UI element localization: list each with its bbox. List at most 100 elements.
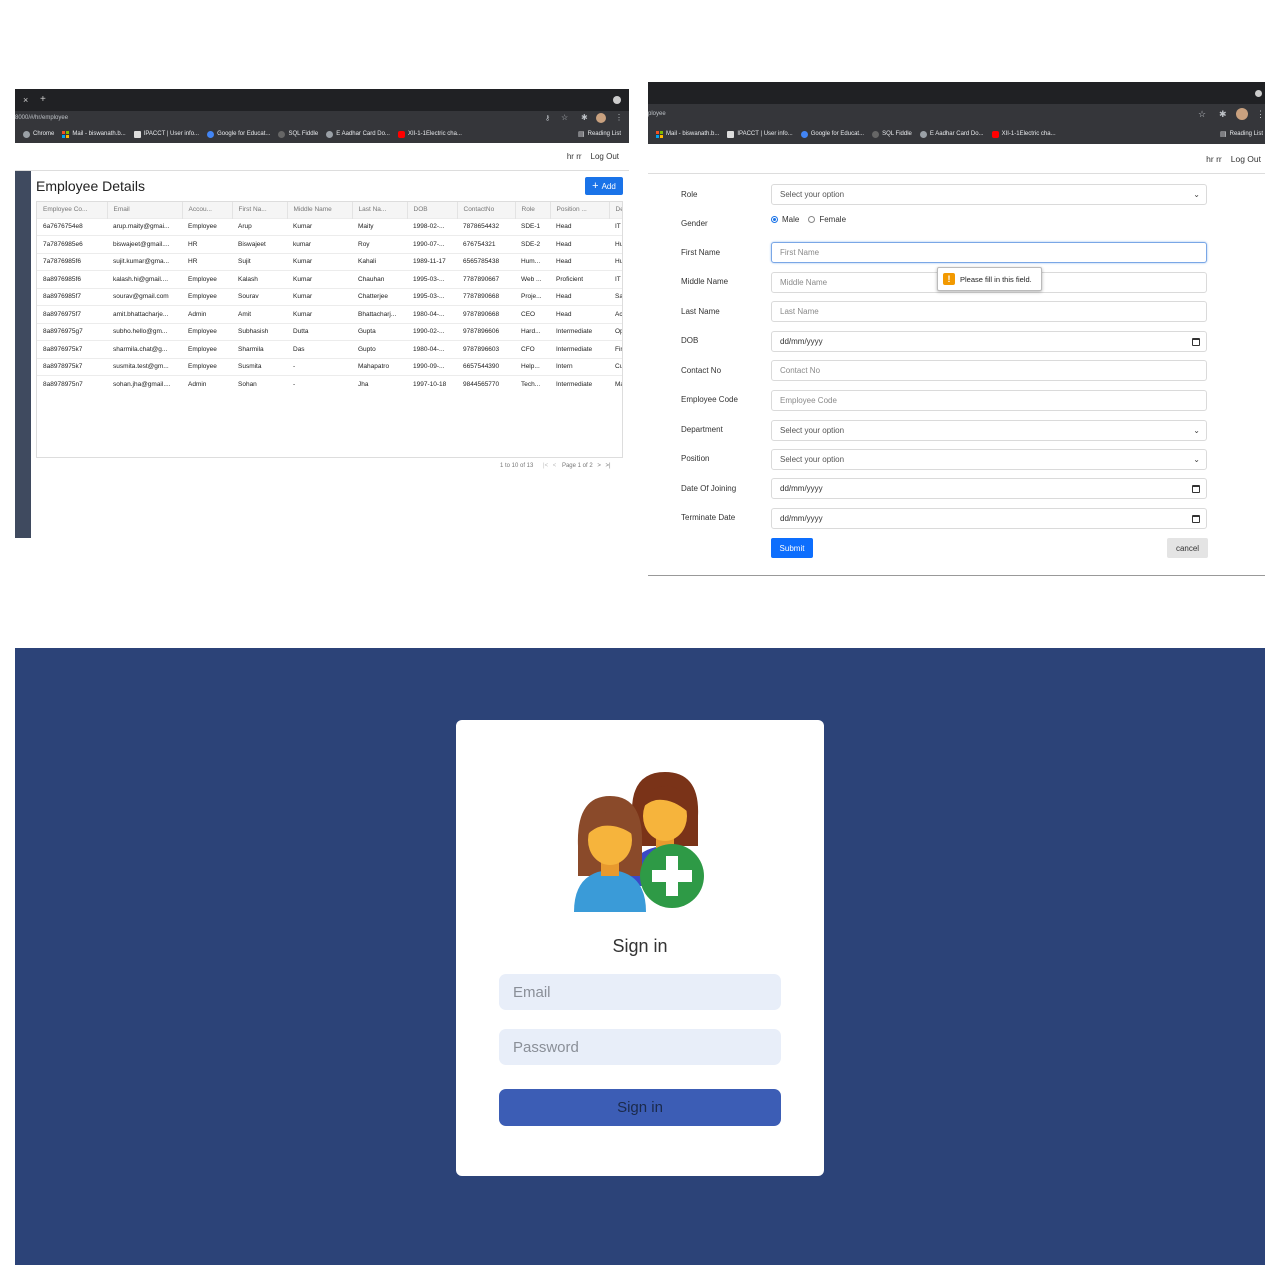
table-cell: 1990-09-... [407, 357, 457, 376]
table-row[interactable]: 8a8978975k7 susmita.test@gm... Employee Sus… [37, 357, 622, 376]
contact-input[interactable]: Contact No [771, 360, 1207, 381]
position-select[interactable]: Select your option ⌄ [771, 449, 1207, 470]
extensions-icon[interactable]: ✱ [1219, 109, 1227, 120]
email-input[interactable]: Email [499, 974, 781, 1010]
bookmark-youtube[interactable]: XII-1-1Electric cha... [991, 130, 1056, 138]
table-row[interactable]: 7a7876985f6 sujit.kumar@gma... HR Sujit Kuma… [37, 252, 622, 271]
table-cell: Admin [182, 305, 232, 323]
table-row[interactable]: 7a7876985e6 biswajeet@gmail.... HR Biswajee… [37, 235, 622, 253]
bookmark-sql-fiddle[interactable]: SQL Fiddle [872, 130, 912, 138]
calendar-icon[interactable] [1192, 484, 1200, 493]
page-icon [727, 130, 735, 138]
table-cell: Chatterjee [352, 287, 407, 306]
calendar-icon[interactable] [1192, 337, 1200, 346]
youtube-icon [397, 130, 405, 138]
new-tab-icon[interactable]: + [40, 94, 46, 105]
key-icon[interactable]: ⚷ [545, 114, 550, 122]
table-cell: Tech... [515, 375, 550, 393]
employee-code-input[interactable]: Employee Code [771, 390, 1207, 411]
table-row[interactable]: 8a8976975f7 amit.bhattacharje... Admin Amit… [37, 305, 622, 323]
add-employee-button[interactable]: + Add [585, 177, 623, 195]
table-row[interactable]: 8a8976975k7 sharmila.chat@g... Employee Sha… [37, 340, 622, 358]
department-select[interactable]: Select your option ⌄ [771, 420, 1207, 441]
profile-avatar[interactable] [596, 113, 606, 123]
table-row[interactable]: 8a8976985f6 kalash.hi@gmail.... Employee Ka… [37, 270, 622, 288]
sign-in-title: Sign in [612, 936, 668, 956]
last-name-input[interactable]: Last Name [771, 301, 1207, 322]
address-bar[interactable]: 8000/#/hr/employee ⚷ ☆ ✱ ⋮ [15, 111, 629, 125]
table-row[interactable]: 8a8978975n7 sohan.jha@gmail.... Admin Sohan… [37, 375, 622, 393]
reading-list[interactable]: ▤ Reading List [1220, 130, 1263, 138]
column-header[interactable]: Last Na... [352, 202, 408, 218]
last-page-icon[interactable]: >| [606, 463, 611, 469]
column-header[interactable]: Employee Co... [37, 202, 108, 218]
star-icon[interactable]: ☆ [561, 113, 568, 122]
extensions-icon[interactable]: ✱ [581, 113, 588, 122]
terminate-date-input[interactable]: dd/mm/yyyy [771, 508, 1207, 529]
table-cell: 6565785438 [457, 252, 515, 271]
globe-icon [326, 130, 334, 138]
column-header[interactable]: DOB [407, 202, 458, 218]
table-cell: 1997-10-18 [407, 375, 457, 393]
column-header[interactable]: De [609, 202, 622, 218]
table-cell: 1995-03-... [407, 270, 457, 288]
sign-in-button[interactable]: Sign in [499, 1089, 781, 1126]
next-page-icon[interactable]: > [597, 463, 601, 469]
submit-button[interactable]: Submit [771, 538, 813, 558]
table-cell: Kumar [287, 270, 352, 288]
browser-menu-icon[interactable] [1255, 90, 1262, 97]
table-cell: Sharmila [232, 340, 287, 358]
gender-male-radio[interactable] [771, 216, 778, 223]
bookmark-aadhar[interactable]: E Aadhar Card Do... [326, 130, 390, 138]
table-row[interactable]: 8a8976985f7 sourav@gmail.com Employee Soura… [37, 287, 622, 306]
column-header[interactable]: Accou... [182, 202, 233, 218]
bookmark-google-education[interactable]: Google for Educat... [207, 130, 270, 138]
bookmark-ipacct[interactable]: IPACCT | User info... [133, 130, 199, 138]
bookmark-chrome[interactable]: Chrome [23, 130, 54, 138]
logout-link[interactable]: Log Out [1231, 154, 1261, 164]
bookmark-aadhar[interactable]: E Aadhar Card Do... [919, 130, 984, 138]
joining-date-input[interactable]: dd/mm/yyyy [771, 478, 1207, 499]
first-page-icon[interactable]: |< [543, 463, 548, 469]
bookmark-ipacct[interactable]: IPACCT | User info... [727, 130, 793, 138]
column-header[interactable]: First Na... [232, 202, 288, 218]
table-cell: Kumar [287, 305, 352, 323]
role-select[interactable]: Select your option ⌄ [771, 184, 1207, 205]
first-name-input[interactable]: First Name [771, 242, 1207, 263]
kebab-menu-icon[interactable]: ⋮ [615, 113, 623, 122]
table-cell: Intermediate [550, 322, 609, 341]
profile-avatar[interactable] [1236, 108, 1248, 120]
table-row[interactable]: 8a8976975g7 subho.hello@gm... Employee Subh… [37, 322, 622, 341]
calendar-icon[interactable] [1192, 514, 1200, 523]
reading-list[interactable]: ▤ Reading List [578, 130, 621, 138]
kebab-menu-icon[interactable]: ⋮ [1256, 109, 1265, 120]
bookmark-sql-fiddle[interactable]: SQL Fiddle [278, 130, 318, 138]
gender-radio-group: Male Female [771, 215, 846, 224]
gender-female-radio[interactable] [808, 216, 816, 223]
table-row[interactable]: 6a7676754e8 arup.maity@gmai... Employee Aru… [37, 217, 622, 236]
column-header[interactable]: ContactNo [457, 202, 516, 218]
close-tab-icon[interactable]: × [23, 95, 28, 105]
browser-menu-icon[interactable] [613, 96, 621, 104]
column-header[interactable]: Email [107, 202, 183, 218]
column-header[interactable]: Role [515, 202, 551, 218]
column-header[interactable]: Position ... [550, 202, 610, 218]
bookmark-mail[interactable]: Mail - biswanath.b... [656, 130, 719, 138]
page-indicator: Page 1 of 2 [561, 463, 593, 469]
app-header: hr rr Log Out [15, 143, 629, 171]
address-bar[interactable]: ployee ☆ ✱ ⋮ [648, 104, 1265, 124]
table-cell: 9844565770 [457, 375, 515, 393]
logout-link[interactable]: Log Out [591, 152, 619, 161]
prev-page-icon[interactable]: < [553, 463, 557, 469]
dob-date-input[interactable]: dd/mm/yyyy [771, 331, 1207, 352]
bookmark-mail[interactable]: Mail - biswanath.b... [62, 130, 126, 138]
password-input[interactable]: Password [499, 1029, 781, 1065]
bookmark-youtube[interactable]: XII-1-1Electric cha... [397, 130, 462, 138]
cancel-button[interactable]: cancel [1167, 538, 1208, 558]
table-cell: sohan.jha@gmail.... [107, 375, 182, 393]
bookmark-google-education[interactable]: Google for Educat... [800, 130, 864, 138]
table-cell: sharmila.chat@g... [107, 340, 182, 358]
column-header[interactable]: Middle Name [287, 202, 353, 218]
table-cell: Employee [182, 357, 232, 376]
star-icon[interactable]: ☆ [1198, 109, 1206, 120]
